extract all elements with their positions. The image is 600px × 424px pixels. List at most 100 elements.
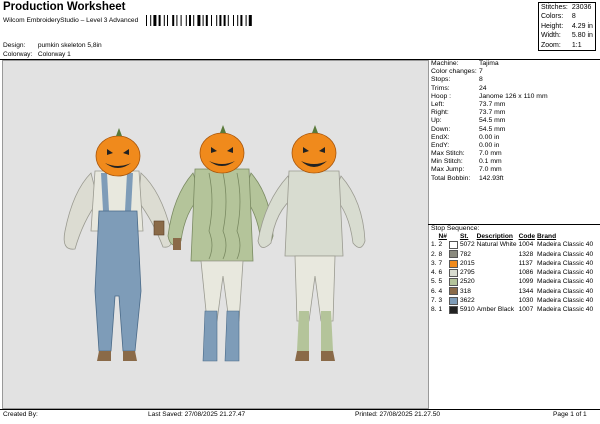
row-index: 3.	[431, 259, 437, 267]
app-subtitle: Wilcom EmbroideryStudio – Level 3 Advanc…	[3, 17, 139, 24]
spec-row: Trims: 24	[431, 85, 531, 93]
row-code: 1328	[518, 250, 534, 258]
row-brand: Madeira Classic 40	[537, 269, 594, 277]
design-value: pumkin skeleton 5,8in	[37, 42, 102, 49]
stat-row: Stitches: 23036	[539, 3, 596, 13]
spec-label: Color changes:	[431, 68, 477, 76]
spec-label: Total Bobbin:	[431, 174, 471, 182]
row-description	[476, 269, 518, 278]
table-row: 5. 5 2520 1099 Madeira Classic 40	[430, 278, 594, 287]
spec-value: 24	[479, 84, 487, 92]
col-code: Code	[518, 233, 536, 240]
row-index: 1.	[431, 241, 437, 249]
row-description: Natural White	[476, 241, 517, 249]
figure-overalls	[63, 128, 173, 361]
row-stitches: 318	[459, 287, 471, 295]
spec-row: Total Bobbin: 142.93ft	[431, 175, 531, 183]
row-code: 1099	[518, 278, 534, 286]
row-code: 1344	[518, 287, 534, 295]
row-description: Amber Black	[476, 306, 514, 314]
spec-value: Tajima	[479, 60, 499, 67]
row-index: 4.	[431, 269, 437, 277]
row-description	[476, 278, 518, 287]
row-stitches: 5910	[459, 306, 475, 314]
row-stitches: 2795	[459, 269, 475, 277]
row-brand: Madeira Classic 40	[537, 241, 594, 249]
spec-label: Left:	[431, 100, 445, 108]
row-code: 1137	[518, 259, 533, 267]
stat-row: Width: 5.80 in	[539, 31, 596, 40]
figure-sweater	[167, 125, 274, 362]
swatch-cell	[448, 305, 459, 315]
row-needle: 2	[438, 241, 443, 249]
row-brand: Madeira Classic 40	[537, 250, 594, 258]
spec-value: 7.0 mm	[479, 150, 502, 158]
design-row: Design: pumkin skeleton 5,8in	[3, 42, 102, 49]
row-brand: Madeira Classic 40	[537, 287, 594, 295]
spec-label: Max Jump:	[431, 166, 465, 174]
stat-label: Height:	[541, 22, 564, 30]
stat-value: 23036	[571, 4, 592, 11]
spec-value: 0.00 in	[479, 141, 500, 149]
spec-value: 8	[479, 76, 483, 84]
spec-value: 54.5 mm	[479, 117, 506, 125]
stat-label: Colors:	[541, 13, 564, 21]
stat-label: Stitches:	[541, 4, 568, 11]
spec-value: 7.0 mm	[479, 166, 502, 174]
spec-row: Hoop : Janome 126 x 110 mm	[431, 93, 548, 101]
stat-value: 4.29 in	[571, 22, 593, 30]
spec-row: Min Stitch: 0.1 mm	[431, 158, 531, 166]
swatch-cell	[448, 268, 459, 278]
row-needle: 7	[438, 259, 443, 267]
row-needle: 1	[438, 306, 443, 314]
col-description: Description	[476, 233, 513, 240]
color-swatch	[448, 305, 458, 314]
row-brand: Madeira Classic 40	[537, 296, 594, 304]
row-index: 6.	[431, 287, 437, 295]
stop-sequence-title: Stop Sequence:	[431, 225, 480, 232]
row-description	[476, 260, 518, 269]
barcode	[146, 15, 252, 26]
spec-row: EndY: 0.00 in	[431, 142, 531, 150]
swatch-cell	[448, 241, 459, 250]
spec-row: Stops: 8	[431, 76, 531, 84]
stat-label: Width:	[541, 32, 561, 40]
machine-specs: Machine: Tajima Color changes: 7 Stops: 8 Trim…	[431, 60, 548, 183]
footer-created: Created By:	[3, 411, 38, 418]
swatch-cell	[448, 296, 459, 306]
spec-row: Right: 73.7 mm	[431, 109, 531, 117]
spec-value: 0.00 in	[479, 133, 500, 141]
spec-row: Color changes: 7	[431, 68, 531, 76]
spec-value: 142.93ft	[479, 174, 504, 182]
row-stitches: 2520	[459, 278, 475, 286]
row-needle: 6	[438, 269, 443, 277]
stop-sequence-table: N# St. Description Code Brand 1. 2 5072 Nat…	[430, 233, 594, 315]
footer-printed: Printed: 27/08/2025 21.27.50	[355, 411, 441, 418]
spec-row: Max Stitch: 7.0 mm	[431, 150, 531, 158]
spec-value: 73.7 mm	[479, 100, 506, 108]
row-brand: Madeira Classic 40	[537, 278, 594, 286]
page-title: Production Worksheet	[3, 1, 126, 13]
stat-value: 8	[571, 13, 576, 21]
swatch-cell	[448, 250, 459, 259]
row-stitches: 5072	[459, 241, 475, 249]
table-row: 8. 1 5910 Amber Black 1007 Madeira Classic 40	[430, 305, 594, 315]
row-index: 8.	[431, 306, 437, 314]
stat-row: Height: 4.29 in	[539, 22, 596, 31]
stat-value: 1:1	[571, 41, 582, 49]
row-description	[476, 297, 518, 306]
row-needle: 8	[438, 250, 443, 258]
table-row: 1. 2 5072 Natural White 1004 Madeira Classic …	[430, 241, 594, 250]
row-needle: 3	[438, 296, 443, 304]
spec-label: Max Stitch:	[431, 150, 465, 158]
spec-row: Up: 54.5 mm	[431, 117, 531, 125]
col-n: N#	[438, 233, 447, 240]
spec-label: Trims:	[431, 84, 450, 92]
design-preview[interactable]	[2, 60, 429, 409]
row-description	[476, 287, 518, 296]
spec-label: Machine:	[431, 60, 459, 67]
stat-value: 5.80 in	[571, 32, 593, 40]
spec-row: Down: 54.5 mm	[431, 126, 531, 134]
spec-label: EndY:	[431, 141, 450, 149]
embroidery-illustration	[63, 125, 366, 362]
